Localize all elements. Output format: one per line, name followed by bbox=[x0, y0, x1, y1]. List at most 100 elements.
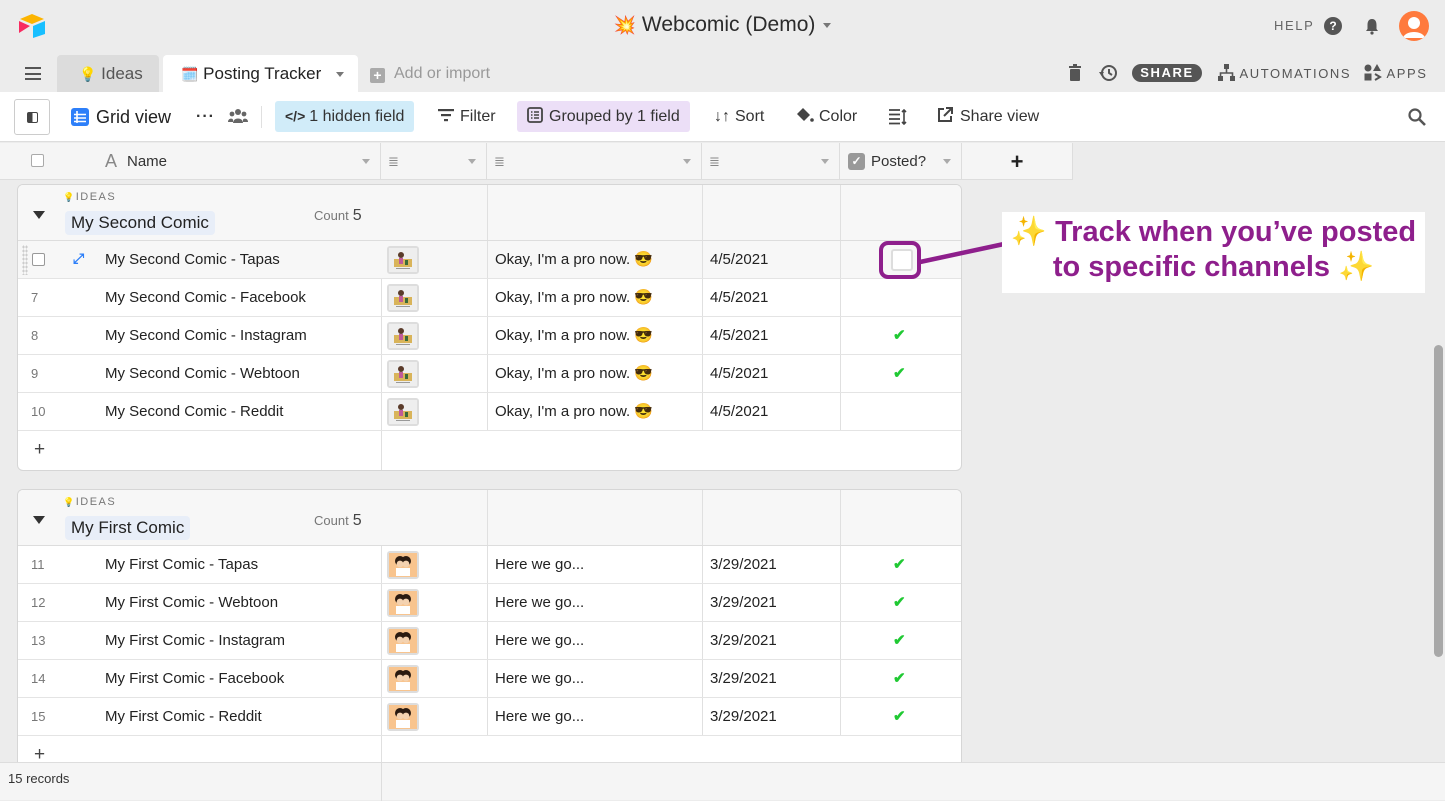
post-date-cell[interactable]: 4/5/2021 bbox=[710, 355, 768, 393]
chevron-down-icon[interactable] bbox=[362, 159, 370, 164]
vertical-scrollbar[interactable] bbox=[1434, 345, 1443, 657]
table-row[interactable]: 11 My First Comic - Tapas Here we go... 3/2… bbox=[18, 546, 961, 584]
record-name[interactable]: My Second Comic - Reddit bbox=[105, 393, 283, 431]
image-thumbnail[interactable] bbox=[387, 246, 419, 274]
table-row[interactable]: 8 My Second Comic - Instagram Okay, I'm a … bbox=[18, 317, 961, 355]
filter-button[interactable]: Filter bbox=[428, 101, 506, 132]
help-link[interactable]: HELP bbox=[1274, 18, 1314, 33]
trash-icon[interactable] bbox=[1068, 64, 1082, 82]
caption-cell[interactable]: Here we go... bbox=[495, 584, 584, 622]
image-thumbnail[interactable] bbox=[387, 551, 419, 579]
hamburger-menu-icon[interactable] bbox=[25, 67, 41, 80]
posted-check-icon[interactable]: ✔ bbox=[893, 660, 906, 698]
tab-ideas[interactable]: 💡 Ideas bbox=[57, 55, 159, 92]
caption-cell[interactable]: Here we go... bbox=[495, 622, 584, 660]
sidebar-toggle-button[interactable] bbox=[14, 99, 50, 135]
group-button[interactable]: Grouped by 1 field bbox=[517, 101, 690, 132]
post-date-cell[interactable]: 4/5/2021 bbox=[710, 393, 768, 431]
share-button[interactable]: SHARE bbox=[1132, 64, 1202, 82]
record-name[interactable]: My First Comic - Reddit bbox=[105, 698, 262, 736]
view-more-options-icon[interactable]: ··· bbox=[186, 101, 225, 132]
image-thumbnail[interactable] bbox=[387, 398, 419, 426]
post-date-cell[interactable]: 4/5/2021 bbox=[710, 279, 768, 317]
collapse-group-icon[interactable] bbox=[33, 211, 45, 219]
row-height-icon[interactable] bbox=[889, 109, 907, 125]
table-row[interactable]: 14 My First Comic - Facebook Here we go...… bbox=[18, 660, 961, 698]
post-date-cell[interactable]: 3/29/2021 bbox=[710, 698, 777, 736]
sort-button[interactable]: ↓↑ Sort bbox=[704, 101, 774, 132]
caption-cell[interactable]: Here we go... bbox=[495, 660, 584, 698]
add-or-import-button[interactable]: + Add or import bbox=[370, 55, 490, 92]
chevron-down-icon[interactable] bbox=[336, 72, 345, 78]
chevron-down-icon[interactable] bbox=[683, 159, 691, 164]
table-row[interactable]: 7 My Second Comic - Facebook Okay, I'm a p… bbox=[18, 279, 961, 317]
record-name[interactable]: My Second Comic - Instagram bbox=[105, 317, 307, 355]
caption-cell[interactable]: Okay, I'm a pro now. 😎 bbox=[495, 279, 653, 317]
add-field-button[interactable]: + bbox=[962, 143, 1073, 180]
add-record-button[interactable]: + bbox=[18, 431, 961, 468]
collapse-group-icon[interactable] bbox=[33, 516, 45, 524]
caption-cell[interactable]: Okay, I'm a pro now. 😎 bbox=[495, 241, 653, 279]
automations-button[interactable]: AUTOMATIONS bbox=[1218, 64, 1351, 82]
post-date-cell[interactable]: 3/29/2021 bbox=[710, 660, 777, 698]
record-name[interactable]: My First Comic - Instagram bbox=[105, 622, 285, 660]
view-switcher[interactable]: Grid view bbox=[60, 102, 181, 133]
posted-check-icon[interactable]: ✔ bbox=[893, 584, 906, 622]
history-icon[interactable] bbox=[1099, 64, 1118, 82]
post-date-cell[interactable]: 3/29/2021 bbox=[710, 546, 777, 584]
caption-cell[interactable]: Okay, I'm a pro now. 😎 bbox=[495, 355, 653, 393]
column-header-posted[interactable]: ✓ Posted? bbox=[840, 143, 962, 180]
drag-handle[interactable] bbox=[22, 245, 28, 275]
posted-cell-empty[interactable] bbox=[863, 393, 961, 431]
posted-check-icon[interactable]: ✔ bbox=[893, 317, 906, 355]
table-row[interactable]: 9 My Second Comic - Webtoon Okay, I'm a pr… bbox=[18, 355, 961, 393]
column-header-post-date[interactable]: ≣🔍︎Post Date bbox=[702, 143, 840, 208]
chevron-down-icon[interactable] bbox=[821, 159, 829, 164]
user-avatar[interactable] bbox=[1399, 11, 1429, 41]
caption-cell[interactable]: Okay, I'm a pro now. 😎 bbox=[495, 393, 653, 431]
image-thumbnail[interactable] bbox=[387, 360, 419, 388]
posted-check-icon[interactable]: ✔ bbox=[893, 546, 906, 584]
posted-cell-empty[interactable] bbox=[863, 279, 961, 317]
record-name[interactable]: My Second Comic - Tapas bbox=[105, 241, 280, 279]
record-name[interactable]: My First Comic - Tapas bbox=[105, 546, 258, 584]
record-name[interactable]: My Second Comic - Webtoon bbox=[105, 355, 300, 393]
airtable-logo-icon[interactable] bbox=[18, 13, 46, 39]
help-icon[interactable]: ? bbox=[1324, 17, 1342, 35]
hide-fields-button[interactable]: </> 1 hidden field bbox=[275, 101, 415, 132]
caption-cell[interactable]: Here we go... bbox=[495, 546, 584, 584]
image-thumbnail[interactable] bbox=[387, 665, 419, 693]
image-thumbnail[interactable] bbox=[387, 703, 419, 731]
bell-icon[interactable] bbox=[1363, 17, 1381, 35]
post-date-cell[interactable]: 3/29/2021 bbox=[710, 622, 777, 660]
collaborators-icon[interactable] bbox=[228, 108, 248, 125]
chevron-down-icon[interactable] bbox=[468, 159, 476, 164]
image-thumbnail[interactable] bbox=[387, 322, 419, 350]
table-row[interactable]: 12 My First Comic - Webtoon Here we go... 3… bbox=[18, 584, 961, 622]
table-row[interactable]: 15 My First Comic - Reddit Here we go... 3/… bbox=[18, 698, 961, 736]
base-title-button[interactable]: 💥 Webcomic (Demo) bbox=[614, 13, 832, 36]
tab-posting-tracker[interactable]: 🗓️ Posting Tracker bbox=[163, 55, 358, 92]
select-all-checkbox[interactable] bbox=[31, 154, 44, 167]
column-header-name[interactable]: A Name bbox=[0, 143, 381, 180]
search-icon[interactable] bbox=[1408, 108, 1426, 126]
image-thumbnail[interactable] bbox=[387, 284, 419, 312]
color-button[interactable]: Color bbox=[786, 101, 867, 132]
post-date-cell[interactable]: 3/29/2021 bbox=[710, 584, 777, 622]
row-checkbox[interactable] bbox=[32, 253, 45, 266]
column-header-caption[interactable]: ≣🔍︎Caption bbox=[487, 143, 702, 208]
apps-button[interactable]: APPS bbox=[1364, 64, 1428, 82]
record-name[interactable]: My Second Comic - Facebook bbox=[105, 279, 306, 317]
posted-check-icon[interactable]: ✔ bbox=[893, 698, 906, 736]
caption-cell[interactable]: Okay, I'm a pro now. 😎 bbox=[495, 317, 653, 355]
share-view-button[interactable]: Share view bbox=[927, 101, 1049, 132]
record-name[interactable]: My First Comic - Webtoon bbox=[105, 584, 278, 622]
record-name[interactable]: My First Comic - Facebook bbox=[105, 660, 284, 698]
table-row[interactable]: 13 My First Comic - Instagram Here we go..… bbox=[18, 622, 961, 660]
post-date-cell[interactable]: 4/5/2021 bbox=[710, 317, 768, 355]
table-row[interactable]: ⤢ My Second Comic - Tapas Okay, I'm a pro … bbox=[18, 241, 961, 279]
chevron-down-icon[interactable] bbox=[943, 159, 951, 164]
image-thumbnail[interactable] bbox=[387, 627, 419, 655]
table-row[interactable]: 10 My Second Comic - Reddit Okay, I'm a pr… bbox=[18, 393, 961, 431]
caption-cell[interactable]: Here we go... bbox=[495, 698, 584, 736]
